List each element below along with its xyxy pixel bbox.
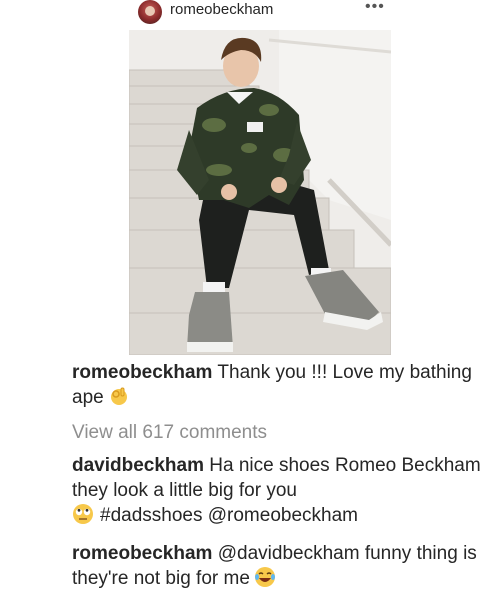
tears-of-joy-emoji-icon: [254, 566, 276, 595]
caption-username[interactable]: romeobeckham: [72, 362, 212, 383]
ok-hand-emoji-icon: [108, 385, 130, 414]
post-photo-boy-on-stairs-icon: [129, 30, 391, 355]
view-all-comments-link[interactable]: View all 617 comments: [72, 422, 267, 444]
post-username[interactable]: romeobeckham: [170, 1, 273, 18]
post-photo[interactable]: [129, 30, 391, 355]
post-header: romeobeckham •••: [0, 0, 500, 26]
comment-username[interactable]: davidbeckham: [72, 455, 204, 476]
comment-item: davidbeckham Ha nice shoes Romeo Beckham…: [72, 453, 482, 532]
rolling-eyes-emoji-icon: [72, 503, 94, 532]
hashtag-link[interactable]: #dadsshoes: [100, 505, 202, 526]
comment-username[interactable]: romeobeckham: [72, 543, 212, 564]
comment-item: romeobeckham @davidbeckham funny thing i…: [72, 541, 482, 595]
mention-link[interactable]: @davidbeckham: [218, 543, 360, 564]
mention-link[interactable]: @romeobeckham: [208, 505, 358, 526]
more-options-icon[interactable]: •••: [365, 0, 385, 16]
post-caption: romeobeckham Thank you !!! Love my bathi…: [72, 360, 482, 414]
avatar[interactable]: [138, 0, 162, 24]
